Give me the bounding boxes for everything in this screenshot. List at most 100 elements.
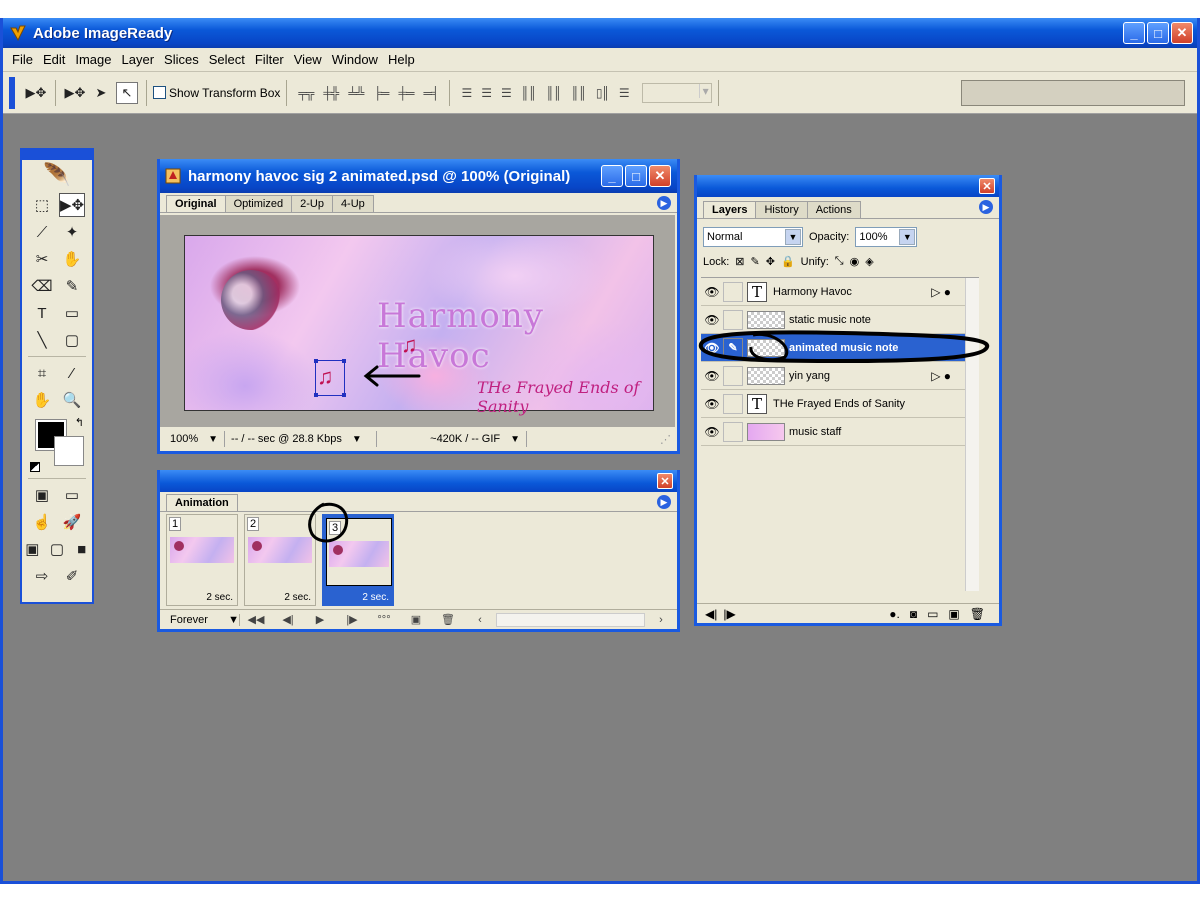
default-colors-icon[interactable] [30, 462, 40, 472]
frame-delay[interactable]: 2 sec. [362, 592, 389, 603]
layer-row-selected[interactable]: 👁 ✎ animated music note [701, 334, 979, 362]
layer-row[interactable]: 👁 static music note [701, 306, 979, 334]
link-toggle[interactable] [723, 365, 743, 386]
align-vcenter-icon[interactable]: ╪╬ [323, 86, 339, 100]
lock-transparency-icon[interactable]: ⊠ [735, 255, 744, 268]
canvas-area[interactable]: Harmony Havoc THe Frayed Ends of Sanity … [160, 215, 675, 427]
eye-icon[interactable]: 👁 [701, 285, 723, 299]
distribute-hcenter-icon[interactable]: ║║ [546, 86, 562, 100]
tween-icon[interactable]: °°° [368, 614, 400, 626]
unify-position-icon[interactable]: ⤡ [835, 255, 844, 268]
chevron-down-icon[interactable]: ▼ [208, 434, 218, 445]
hand-tool-icon[interactable]: ✋ [29, 388, 55, 412]
link-toggle[interactable] [723, 281, 743, 302]
link-toggle[interactable] [723, 393, 743, 414]
menu-file[interactable]: File [7, 52, 38, 67]
rectangle-tool-icon[interactable]: ▭ [59, 301, 85, 325]
pencil-tool-icon[interactable]: ✎ [59, 274, 85, 298]
toggle-image-map-icon[interactable]: ▭ [59, 483, 85, 507]
tab-layers[interactable]: Layers [703, 201, 757, 218]
add-layer-mask-icon[interactable]: ◙ [910, 607, 917, 621]
layer-row[interactable]: 👁 T Harmony Havoc ▷ ● [701, 278, 979, 306]
slice-tool-icon[interactable]: ✂ [29, 247, 55, 271]
layers-close-button[interactable]: ✕ [979, 178, 995, 194]
layer-effects-icon[interactable]: ▷ ● [931, 285, 951, 299]
swap-colors-icon[interactable]: ↰ [75, 416, 84, 429]
palette-menu-arrow-icon[interactable]: ▶ [979, 200, 993, 214]
eye-icon[interactable]: 👁 [701, 341, 723, 355]
layer-effects-icon[interactable]: ▷ ● [931, 369, 951, 383]
resize-grip-icon[interactable]: ⋰ [660, 433, 671, 446]
play-icon[interactable]: ▶ [304, 613, 336, 626]
document-titlebar[interactable]: harmony havoc sig 2 animated.psd @ 100% … [160, 159, 677, 193]
menu-view[interactable]: View [289, 52, 327, 67]
tab-actions[interactable]: Actions [806, 201, 861, 218]
file-size-field[interactable]: ~420K / -- GIF ▼ [377, 431, 528, 447]
chevron-down-icon[interactable]: ▼ [785, 229, 801, 245]
add-layer-style-icon[interactable]: ●. [889, 607, 900, 621]
slice-select-tool-icon[interactable]: ✋ [59, 247, 85, 271]
menu-slices[interactable]: Slices [159, 52, 204, 67]
eye-icon[interactable]: 👁 [701, 369, 723, 383]
rounded-rect-tool-icon[interactable]: ▢ [59, 328, 85, 352]
layer-bounding-box[interactable] [314, 359, 346, 397]
palette-menu-arrow-icon[interactable]: ▶ [657, 495, 671, 509]
menu-window[interactable]: Window [327, 52, 383, 67]
lock-paint-icon[interactable]: ✎ [751, 255, 760, 268]
lock-move-icon[interactable]: ✥ [766, 255, 775, 268]
select-arrow-icon[interactable]: ➤ [90, 82, 112, 104]
blend-mode-select[interactable]: Normal ▼ [703, 227, 803, 247]
menu-select[interactable]: Select [204, 52, 250, 67]
layer-row[interactable]: 👁 T THe Frayed Ends of Sanity [701, 390, 979, 418]
move-layer-icon[interactable]: ▶✥ [64, 82, 86, 104]
scroll-right-icon[interactable]: › [645, 614, 677, 626]
first-frame-icon[interactable]: ◀◀ [240, 613, 272, 626]
chevron-down-icon[interactable]: ▼ [352, 434, 362, 445]
lasso-tool-icon[interactable]: ⟋ [29, 220, 55, 244]
direct-select-arrow-icon[interactable]: ↖ [116, 81, 138, 104]
zoom-tool-icon[interactable]: 🔍 [59, 388, 85, 412]
chevron-down-icon[interactable]: ▼ [899, 229, 916, 245]
tab-menu-arrow-icon[interactable]: ▶ [657, 196, 671, 210]
distribute-height-icon[interactable]: ☰ [619, 86, 630, 100]
screen-mode-standard-icon[interactable]: ▣ [22, 537, 43, 561]
eye-icon[interactable]: 👁 [701, 397, 723, 411]
options-bar-grip[interactable] [9, 76, 15, 109]
background-color-swatch[interactable] [54, 436, 84, 466]
animation-frame[interactable]: 1 2 sec. [166, 514, 238, 606]
move-tool-preset-icon[interactable]: ▶✥ [25, 82, 47, 104]
animation-close-button[interactable]: ✕ [657, 473, 673, 489]
next-state-icon[interactable]: |▶ [723, 607, 735, 621]
download-time-field[interactable]: -- / -- sec @ 28.8 Kbps ▼ [225, 431, 378, 447]
artwork-canvas[interactable]: Harmony Havoc THe Frayed Ends of Sanity … [184, 235, 654, 416]
link-toggle[interactable] [723, 421, 743, 442]
zoom-level-field[interactable]: 100% ▼ [164, 431, 226, 447]
align-bottom-icon[interactable]: ╧╩ [348, 86, 364, 100]
new-layer-set-icon[interactable]: ▭ [927, 607, 938, 621]
distribute-dropdown[interactable] [641, 82, 712, 103]
frame-delay[interactable]: 2 sec. [284, 592, 311, 603]
horizontal-scrollbar[interactable] [496, 612, 645, 627]
next-frame-icon[interactable]: |▶ [336, 613, 368, 626]
tab-4up[interactable]: 4-Up [331, 195, 374, 212]
rollover-preview-icon[interactable]: ☝ [29, 510, 55, 534]
show-transform-box-checkbox[interactable]: Show Transform Box [153, 86, 280, 100]
screen-mode-full-icon[interactable]: ■ [71, 537, 92, 561]
eye-icon[interactable]: 👁 [701, 313, 723, 327]
palette-well[interactable] [961, 80, 1185, 106]
frame-delay[interactable]: 2 sec. [206, 592, 233, 603]
layers-palette-titlebar[interactable]: ✕ [697, 175, 999, 197]
animation-frame-selected[interactable]: 3 2 sec. [322, 514, 394, 606]
opacity-field[interactable]: 100% ▼ [855, 227, 918, 247]
animation-palette-titlebar[interactable]: ✕ [160, 470, 677, 492]
new-frame-icon[interactable]: ▣ [400, 613, 432, 626]
layer-row[interactable]: 👁 yin yang ▷ ● [701, 362, 979, 390]
scroll-left-icon[interactable]: ‹ [464, 614, 496, 626]
tab-2up[interactable]: 2-Up [291, 195, 333, 212]
align-left-icon[interactable]: ╞═ [373, 86, 389, 100]
previous-state-icon[interactable]: ◀| [705, 607, 717, 621]
chevron-down-icon[interactable]: ▼ [510, 434, 520, 445]
jump-to-photoshop-icon[interactable]: ⇨ [29, 564, 55, 588]
maximize-button[interactable]: □ [1147, 22, 1169, 44]
line-tool-icon[interactable]: ╲ [29, 328, 55, 352]
